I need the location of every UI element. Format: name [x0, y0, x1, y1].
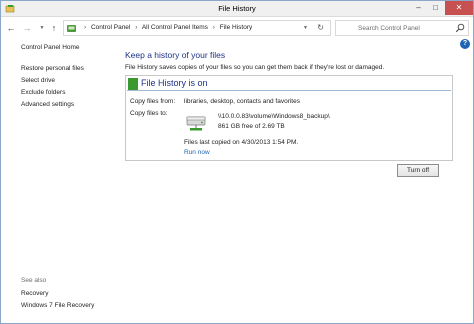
- refresh-icon[interactable]: ↻: [317, 23, 324, 32]
- last-copied-status: Files last copied on 4/30/2013 1:54 PM.: [184, 139, 299, 146]
- title-bar: File History – □ ✕: [1, 1, 473, 17]
- sidebar-advanced-settings[interactable]: Advanced settings: [21, 101, 74, 108]
- recent-pages-chevron-icon[interactable]: ▼: [36, 22, 48, 34]
- up-arrow-icon[interactable]: ↑: [48, 22, 60, 34]
- breadcrumb-control-panel[interactable]: Control Panel: [91, 24, 130, 31]
- copy-from-value: libraries, desktop, contacts and favorit…: [184, 98, 300, 105]
- copy-from-label: Copy files from:: [130, 98, 176, 105]
- minimize-button[interactable]: –: [410, 1, 427, 15]
- help-icon[interactable]: ?: [460, 39, 470, 49]
- see-also-label: See also: [21, 277, 47, 284]
- address-dropdown-chevron-icon[interactable]: ▼: [303, 25, 308, 31]
- sidebar-select-drive[interactable]: Select drive: [21, 77, 55, 84]
- breadcrumb-separator: ›: [135, 24, 138, 31]
- sidebar-exclude-folders[interactable]: Exclude folders: [21, 89, 65, 96]
- breadcrumb-path: › Control Panel › All Control Panel Item…: [81, 24, 252, 31]
- network-drive-icon: [186, 116, 206, 131]
- breadcrumb-file-history[interactable]: File History: [220, 24, 253, 31]
- forward-arrow-icon[interactable]: →: [21, 22, 33, 34]
- maximize-button[interactable]: □: [427, 1, 444, 15]
- run-now-link[interactable]: Run now: [184, 149, 210, 156]
- see-also-windows7-file-recovery[interactable]: Windows 7 File Recovery: [21, 302, 94, 309]
- status-panel: File History is on Copy files from: libr…: [125, 75, 453, 161]
- status-header: File History is on: [127, 77, 451, 91]
- drive-free-space: 861 GB free of 2.69 TB: [218, 123, 285, 130]
- breadcrumb[interactable]: › Control Panel › All Control Panel Item…: [63, 20, 331, 36]
- breadcrumb-separator: ›: [212, 24, 215, 31]
- search-icon[interactable]: [455, 23, 465, 33]
- sidebar-restore-personal-files[interactable]: Restore personal files: [21, 65, 84, 72]
- page-title: Keep a history of your files: [125, 50, 226, 60]
- search-box[interactable]: [335, 20, 469, 36]
- control-panel-icon: [67, 25, 76, 32]
- status-on-indicator: [128, 78, 138, 90]
- file-history-window: File History – □ ✕ ← → ▼ ↑ › Control Pan…: [0, 0, 474, 324]
- page-description: File History saves copies of your files …: [125, 64, 385, 71]
- window-title: File History: [218, 4, 256, 13]
- back-arrow-icon[interactable]: ←: [5, 22, 17, 34]
- turn-off-button[interactable]: Turn off: [397, 164, 439, 177]
- sidebar-control-panel-home[interactable]: Control Panel Home: [21, 44, 80, 51]
- breadcrumb-separator: ›: [84, 24, 87, 31]
- left-sidebar: Control Panel Home Restore personal file…: [1, 38, 109, 323]
- close-button[interactable]: ✕: [445, 1, 473, 15]
- status-text: File History is on: [141, 78, 208, 88]
- address-bar: ← → ▼ ↑ › Control Panel › All Control Pa…: [1, 18, 473, 38]
- drive-path: \\10.0.0.83\volume\Windows8_backup\: [218, 113, 330, 120]
- copy-to-label: Copy files to:: [130, 110, 168, 117]
- search-input[interactable]: [358, 21, 458, 35]
- see-also-recovery[interactable]: Recovery: [21, 290, 48, 297]
- breadcrumb-all-items[interactable]: All Control Panel Items: [142, 24, 208, 31]
